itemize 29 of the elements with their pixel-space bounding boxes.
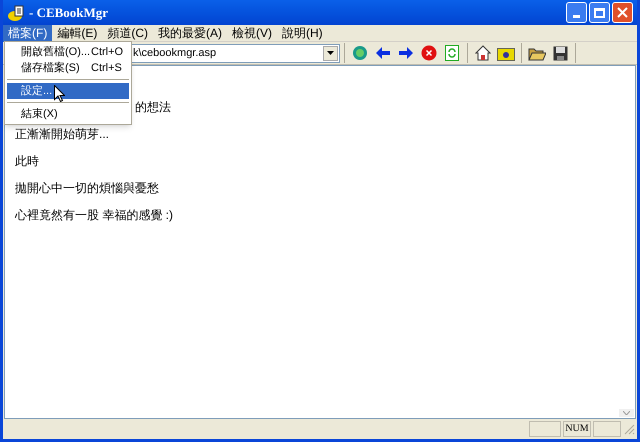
menu-item[interactable]: 編輯(E) — [52, 24, 102, 42]
menu-option[interactable]: 開啟舊檔(O)...Ctrl+O — [7, 44, 129, 60]
content-line: 的想法 — [135, 99, 171, 116]
menu-option[interactable]: 設定... — [7, 83, 129, 99]
window-title: - CEBookMgr — [29, 4, 108, 22]
menu-item[interactable]: 檔案(F) — [3, 24, 52, 42]
menu-item[interactable]: 我的最愛(A) — [153, 24, 227, 42]
num-lock-indicator: NUM — [563, 421, 591, 437]
maximize-button[interactable] — [589, 2, 610, 23]
status-pane — [529, 421, 561, 437]
content-line: 拋開心中一切的煩惱與憂愁 — [15, 180, 159, 197]
close-button[interactable] — [612, 2, 633, 23]
resize-grip-icon — [623, 423, 635, 435]
caret-icon — [327, 51, 334, 55]
status-pane — [593, 421, 621, 437]
minimize-button[interactable] — [566, 2, 587, 23]
content-line: 心裡竟然有一股 幸福的感覺 :) — [15, 207, 173, 224]
content-line: 此時 — [15, 153, 39, 170]
app-icon — [7, 4, 25, 22]
cursor-icon — [54, 85, 65, 102]
menu-option[interactable]: 結束(X) — [7, 106, 129, 122]
menu-item[interactable]: 檢視(V) — [227, 24, 277, 42]
address-text: k\cebookmgr.asp — [133, 46, 216, 61]
menu-item[interactable]: 頻道(C) — [102, 24, 153, 42]
menu-item[interactable]: 說明(H) — [277, 24, 328, 42]
menu-option[interactable]: 儲存檔案(S) Ctrl+S — [7, 60, 129, 76]
dropdown-button[interactable] — [323, 46, 338, 60]
close-icon — [617, 7, 628, 18]
content-line: 正漸漸開始萌芽... — [15, 126, 110, 143]
